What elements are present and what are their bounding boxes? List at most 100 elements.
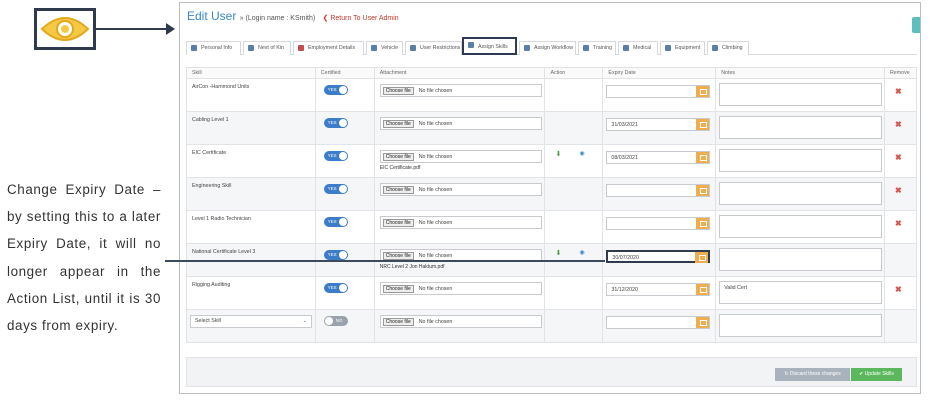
attachment-filename[interactable]: EIC Certificate.pdf (380, 165, 421, 171)
tab-label: Medical (633, 45, 652, 51)
chevron-down-icon: ⌄ (302, 318, 307, 324)
calendar-icon[interactable] (696, 317, 710, 328)
notes-textarea[interactable]: Valid Cert (719, 281, 883, 304)
callout-arrow-line (96, 28, 168, 30)
tab-user-restrictions[interactable]: User Restrictions (405, 41, 462, 55)
expiry-date-input[interactable]: 31/12/2020 (606, 283, 711, 296)
select-skill-dropdown[interactable]: Select Skill ⌄ (190, 315, 312, 328)
file-input[interactable]: Choose file No file chosen (379, 117, 542, 130)
notes-textarea[interactable] (719, 83, 883, 106)
return-link[interactable]: ❮ Return To User Admin (323, 15, 399, 22)
certified-toggle[interactable]: YES (323, 283, 348, 293)
expiry-date-input[interactable] (606, 184, 711, 197)
file-input[interactable]: Choose file No file chosen (379, 282, 542, 295)
file-input[interactable]: Choose file No file chosen (379, 150, 542, 163)
calendar-icon[interactable] (696, 119, 710, 130)
file-input[interactable]: Choose file No file chosen (379, 183, 542, 196)
certified-toggle[interactable]: YES (323, 217, 348, 227)
choose-file-button[interactable]: Choose file (382, 87, 414, 95)
certified-toggle[interactable]: YES (323, 151, 348, 161)
skill-name: AirCon -Hammond Units (192, 84, 250, 90)
tab-next-of-kin[interactable]: Next of Kin (243, 41, 291, 55)
calendar-icon[interactable] (695, 252, 709, 263)
users-icon (248, 45, 254, 51)
col-header-certified: Certified (314, 67, 375, 79)
notes-textarea[interactable] (719, 314, 883, 337)
expiry-date-input[interactable] (606, 316, 711, 329)
skill-name: Rigging Auditing (192, 282, 231, 288)
tab-label: Climbing (722, 45, 743, 51)
choose-file-button[interactable]: Choose file (382, 285, 414, 293)
calendar-icon[interactable] (696, 284, 710, 295)
calendar-icon[interactable] (696, 185, 710, 196)
certified-toggle[interactable]: NO (323, 316, 348, 326)
book-icon (583, 45, 589, 51)
choose-file-button[interactable]: Choose file (382, 219, 414, 227)
tab-employment-details[interactable]: Employment Details (293, 41, 364, 55)
file-input[interactable]: Choose file No file chosen (379, 84, 542, 97)
expiry-date-input-highlighted[interactable]: 30/07/2020 (606, 250, 711, 263)
view-icon[interactable]: ◉ (579, 150, 584, 157)
skill-name: Level 1 Radio Technician (192, 216, 251, 222)
calendar-icon[interactable] (696, 218, 710, 229)
car-icon (371, 45, 377, 51)
expiry-date-input[interactable]: 08/03/2021 (606, 151, 711, 164)
choose-file-button[interactable]: Choose file (382, 318, 414, 326)
tab-bar: Personal Info Next of Kin Employment Det… (186, 37, 917, 55)
notes-textarea[interactable] (719, 215, 883, 238)
tab-personal-info[interactable]: Personal Info (186, 41, 241, 55)
choose-file-button[interactable]: Choose file (382, 153, 414, 161)
file-input[interactable]: Choose file No file chosen (379, 216, 542, 229)
skills-table: Skill Certified Attachment Action Expiry… (186, 67, 918, 343)
choose-file-button[interactable]: Choose file (382, 186, 414, 194)
remove-icon[interactable]: ✖ (895, 153, 902, 162)
file-input[interactable]: Choose file No file chosen (379, 315, 542, 328)
wrench-icon (468, 42, 474, 48)
flow-icon (524, 45, 530, 51)
certified-toggle[interactable]: YES (323, 184, 348, 194)
tab-label: Vehicle (381, 45, 399, 51)
remove-icon[interactable]: ✖ (895, 186, 902, 195)
expiry-date-input[interactable] (606, 85, 711, 98)
attachment-filename[interactable]: NRC Level 2 Jon Haktum.pdf (380, 264, 445, 270)
notes-textarea[interactable] (719, 182, 883, 205)
climb-icon (712, 45, 718, 51)
notes-textarea[interactable] (719, 149, 883, 172)
tab-training[interactable]: Training (578, 41, 616, 55)
choose-file-button[interactable]: Choose file (382, 120, 414, 128)
expiry-date-input[interactable] (606, 217, 711, 230)
tab-climbing[interactable]: Climbing (707, 41, 749, 55)
corner-action-button[interactable] (912, 17, 920, 33)
table-header-row: Skill Certified Attachment Action Expiry… (186, 67, 918, 79)
remove-icon[interactable]: ✖ (895, 87, 902, 96)
download-icon[interactable]: ⬇ (555, 150, 561, 158)
expiry-date-input[interactable]: 31/03/2021 (606, 118, 711, 131)
calendar-icon[interactable] (696, 152, 710, 163)
remove-icon[interactable]: ✖ (895, 285, 902, 294)
tab-assign-workflow[interactable]: Assign Workflow (519, 41, 576, 55)
tab-label: Personal Info (201, 45, 233, 51)
tab-assign-skills[interactable]: Assign Skills (462, 37, 517, 55)
view-icon[interactable]: ◉ (579, 249, 584, 256)
notes-textarea[interactable] (719, 248, 883, 271)
skill-name: Engineering Skill (192, 183, 232, 189)
skill-name: National Certificate Level 3 (192, 249, 256, 255)
user-icon (191, 45, 197, 51)
update-skills-button[interactable]: ✔ Update Skills (851, 368, 902, 381)
certified-toggle[interactable]: YES (323, 118, 348, 128)
table-row: Engineering Skill YES Choose file No file… (186, 177, 918, 211)
tab-medical[interactable]: Medical (618, 41, 658, 55)
remove-icon[interactable]: ✖ (895, 120, 902, 129)
calendar-icon[interactable] (696, 86, 710, 97)
download-icon[interactable]: ⬇ (555, 249, 561, 257)
notes-textarea[interactable] (719, 116, 883, 139)
discard-changes-button[interactable]: ↻ Discard these changes (775, 368, 850, 381)
medical-icon (623, 45, 629, 51)
tool-icon (665, 45, 671, 51)
tab-vehicle[interactable]: Vehicle (366, 41, 403, 55)
certified-toggle[interactable]: YES (323, 250, 348, 260)
certified-toggle[interactable]: YES (323, 85, 348, 95)
choose-file-button[interactable]: Choose file (382, 252, 414, 260)
remove-icon[interactable]: ✖ (895, 219, 902, 228)
tab-equipment[interactable]: Equipment (660, 41, 705, 55)
